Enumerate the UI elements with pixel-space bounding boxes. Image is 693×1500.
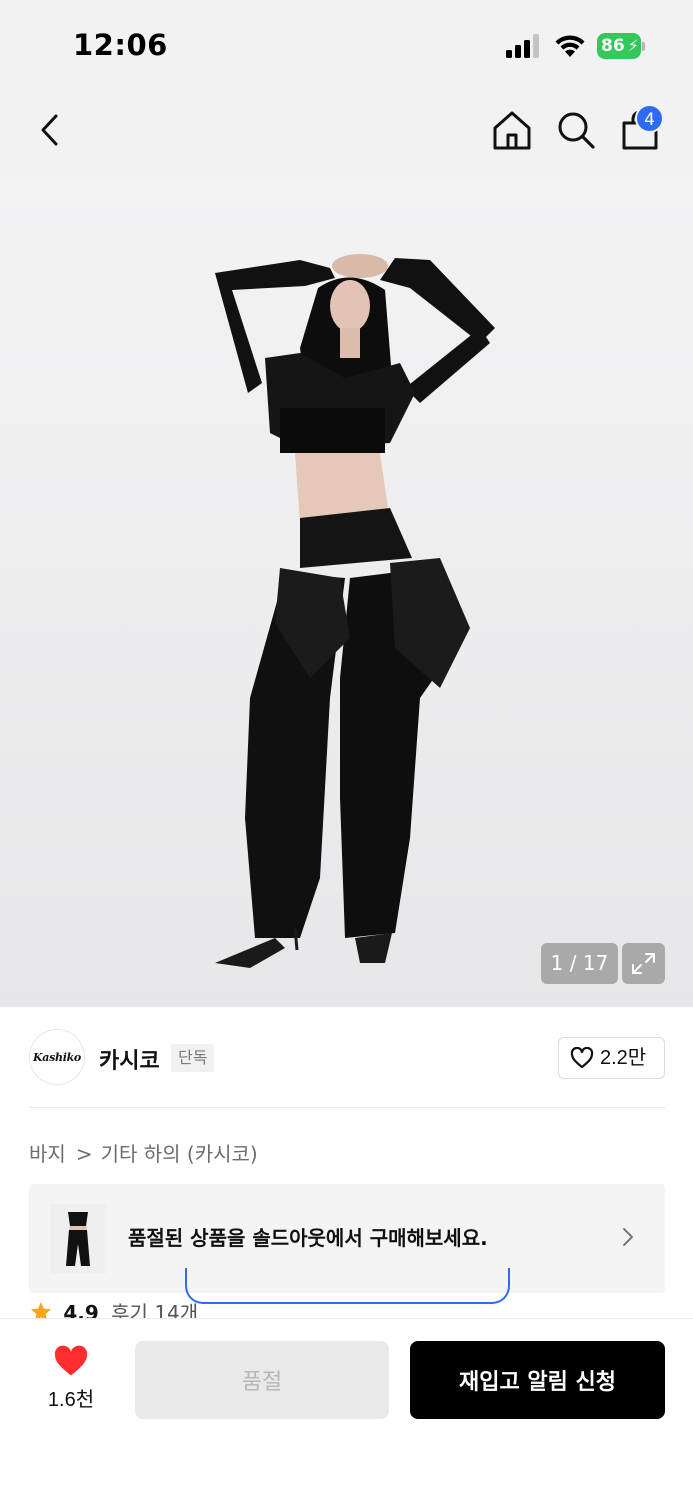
exclusive-tag: 단독 <box>171 1044 215 1072</box>
heart-outline-icon <box>570 1047 594 1069</box>
soldout-button: 품절 <box>135 1341 389 1419</box>
breadcrumb-item-pants[interactable]: 바지 <box>29 1138 66 1167</box>
charging-bolt-icon: ⚡ <box>627 36 639 55</box>
image-counter: 1 / 17 <box>541 943 618 984</box>
search-button[interactable] <box>554 108 598 152</box>
cellular-signal-icon <box>506 34 539 58</box>
expand-icon <box>632 953 655 974</box>
home-button[interactable] <box>490 108 534 152</box>
status-bar: 12:06 86 ⚡ <box>0 0 693 90</box>
cart-count-badge: 4 <box>635 104 664 133</box>
home-icon <box>493 111 531 150</box>
status-time: 12:06 <box>73 28 168 62</box>
chevron-left-icon <box>41 114 58 146</box>
wishlist-count: 1.6천 <box>47 1389 95 1411</box>
battery-indicator: 86 ⚡ <box>597 33 645 59</box>
product-image-gallery[interactable] <box>0 178 693 1007</box>
brand-logo[interactable]: Kashiko <box>29 1029 85 1085</box>
search-icon <box>558 112 595 149</box>
battery-cap <box>642 42 645 51</box>
chevron-right-icon <box>623 1228 633 1246</box>
heart-filled-icon <box>54 1345 88 1376</box>
wishlist-button[interactable]: 1.6천 <box>36 1341 106 1411</box>
brand-like-count: 2.2만 <box>600 1047 647 1069</box>
banner-message: 품절된 상품을 솔드아웃에서 구매해보세요. <box>128 1226 488 1250</box>
brand-name[interactable]: 카시코 <box>99 1043 160 1075</box>
section-divider <box>29 1107 665 1108</box>
breadcrumb-item-other-bottoms[interactable]: 기타 하의 (카시코) <box>101 1138 258 1167</box>
banner-product-thumbnail <box>50 1204 106 1274</box>
back-button[interactable] <box>30 108 70 152</box>
wifi-icon <box>555 35 585 57</box>
breadcrumb: 바지 > 기타 하의 (카시코) <box>29 1138 258 1167</box>
restock-alert-button[interactable]: 재입고 알림 신청 <box>410 1341 665 1419</box>
expand-image-button[interactable] <box>622 943 665 984</box>
bottom-action-bar: 1.6천 품절 재입고 알림 신청 <box>0 1318 693 1500</box>
product-photo <box>0 178 693 1007</box>
floating-pill-outline <box>185 1268 510 1304</box>
top-navigation <box>0 90 693 178</box>
breadcrumb-separator: > <box>75 1142 93 1166</box>
brand-like-button[interactable]: 2.2만 <box>558 1037 665 1079</box>
